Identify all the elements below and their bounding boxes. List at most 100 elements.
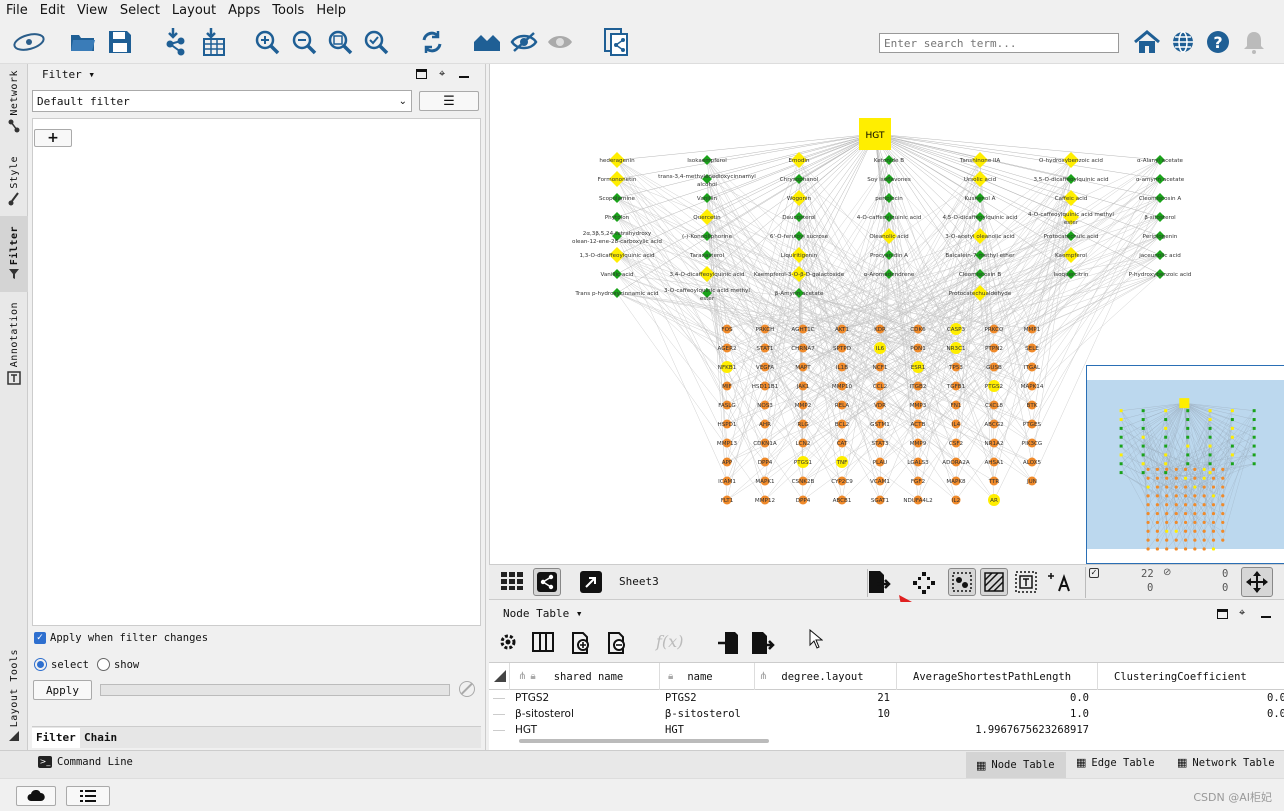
open-session-icon[interactable] (68, 27, 98, 57)
import-table-icon[interactable] (717, 631, 739, 658)
tab-style[interactable]: Style (0, 156, 28, 206)
float-pin-icon[interactable]: ⌖ (439, 67, 445, 81)
search-input[interactable] (879, 33, 1119, 53)
table-cell[interactable]: β-sitosterol (665, 708, 760, 720)
sort-corner-icon[interactable] (493, 669, 507, 683)
overview-compound-node (1164, 409, 1168, 413)
tab-chain[interactable]: Chain (82, 728, 119, 747)
network-table-tab[interactable]: ▦ Network Table (1177, 756, 1275, 769)
node-table-title[interactable]: Node Table ▾ (503, 607, 582, 620)
table-cell[interactable]: 1.9967675623268917 (899, 724, 1089, 736)
minimize-icon[interactable] (1261, 616, 1271, 618)
table-cell[interactable]: PTGS2 (665, 692, 760, 704)
filter-panel-title[interactable]: Filter ▾ (42, 68, 95, 81)
menu-edit[interactable]: Edit (34, 3, 71, 18)
annotation-text-icon[interactable] (1015, 571, 1037, 596)
zoom-fit-icon[interactable] (325, 27, 355, 57)
help-icon[interactable]: ? (1203, 27, 1233, 57)
column-header-avg-shortest-path[interactable]: AverageShortestPathLength (896, 663, 1097, 690)
delete-column-icon[interactable] (607, 632, 627, 657)
table-cell[interactable]: β-sitosterol (515, 708, 655, 720)
show-radio[interactable] (96, 658, 110, 671)
import-network-icon[interactable] (160, 27, 190, 57)
table-cell[interactable]: HGT (515, 724, 655, 736)
maximize-icon[interactable] (1217, 609, 1228, 619)
column-header-name[interactable]: 🔒︎ name (659, 663, 754, 690)
tab-filter-bottom[interactable]: Filter (32, 728, 80, 748)
add-filter-button[interactable]: + (34, 129, 72, 147)
column-header-degree-layout[interactable]: ⋔ degree.layout (754, 663, 896, 690)
zoom-selected-icon[interactable] (361, 27, 391, 57)
tab-annotation[interactable]: Annotation (0, 302, 28, 385)
tab-layout-tools[interactable]: Layout Tools (0, 649, 28, 742)
table-cell[interactable]: 0.0 (899, 692, 1089, 704)
minimize-icon[interactable] (459, 76, 469, 78)
zoom-in-icon[interactable] (252, 27, 282, 57)
menu-file[interactable]: File (0, 3, 34, 18)
task-list-button[interactable] (66, 786, 110, 806)
notification-bell-icon[interactable] (1239, 27, 1269, 57)
table-cell[interactable]: 0.0 (1101, 708, 1284, 720)
column-header-shared-name[interactable]: ⋔ 🔒︎ shared name (509, 663, 649, 690)
hide-selected-icon[interactable] (509, 27, 539, 57)
cloud-button[interactable] (16, 786, 56, 806)
show-columns-icon[interactable] (532, 632, 554, 655)
text-style-icon[interactable] (1047, 570, 1071, 597)
menu-view[interactable]: View (71, 3, 114, 18)
compound-label: Liquiritigenin (781, 253, 818, 259)
tab-filter[interactable]: Filter (0, 216, 28, 292)
table-cell[interactable]: 21 (760, 692, 890, 704)
table-row[interactable]: HGT HGT 1.9967675623268917 (489, 723, 1284, 739)
table-cell[interactable]: HGT (665, 724, 760, 736)
node-table-tab[interactable]: ▦ Node Table (966, 752, 1066, 778)
table-settings-gear-icon[interactable] (499, 633, 517, 654)
apply-when-changes-checkbox[interactable]: ✓ (34, 632, 46, 644)
home-icon[interactable] (1132, 27, 1162, 57)
column-header-clustering[interactable]: ClusteringCoefficient (1097, 663, 1284, 690)
function-builder-icon[interactable]: f(x) (656, 632, 683, 651)
table-row[interactable]: β-sitosterolβ-sitosterol101.00.0 (489, 707, 1284, 723)
navigate-toggle[interactable] (1241, 567, 1273, 597)
filter-menu-button[interactable]: ☰ (419, 91, 479, 111)
show-graphics-details-toggle[interactable] (948, 568, 976, 596)
tab-network[interactable]: Network (0, 70, 28, 133)
target-label: KDR (874, 327, 886, 333)
menu-layout[interactable]: Layout (166, 3, 222, 18)
filter-select[interactable]: Default filter ⌄ (32, 90, 412, 112)
table-cell[interactable]: PTGS2 (515, 692, 655, 704)
select-radio[interactable] (34, 658, 47, 671)
export-network-image-icon[interactable] (601, 27, 631, 57)
import-table-icon[interactable] (198, 27, 228, 57)
menu-select[interactable]: Select (114, 3, 166, 18)
show-edges-toggle[interactable] (980, 568, 1008, 596)
command-line-tab[interactable]: >_ Command Line (38, 756, 133, 768)
zoom-out-icon[interactable] (289, 27, 319, 57)
horizontal-scrollbar[interactable] (519, 739, 769, 743)
export-view-icon[interactable] (867, 570, 891, 597)
show-all-icon[interactable] (545, 27, 575, 57)
table-cell[interactable]: 0.0 (1101, 692, 1284, 704)
cancel-icon[interactable] (459, 681, 475, 697)
save-session-icon[interactable] (105, 27, 135, 57)
menu-help[interactable]: Help (310, 3, 352, 18)
first-neighbors-icon[interactable] (472, 27, 502, 57)
table-cell[interactable]: 1.0 (899, 708, 1089, 720)
export-table-icon[interactable] (751, 631, 775, 658)
grid-view-icon[interactable] (501, 572, 523, 593)
edge-table-tab[interactable]: ▦ Edge Table (1076, 756, 1155, 769)
network-view[interactable]: HGT hederagenin Formononetin Scopolamine Phy… (489, 64, 1284, 564)
add-column-icon[interactable] (571, 632, 591, 657)
network-view-toggle[interactable] (533, 568, 561, 596)
globe-icon[interactable] (1168, 27, 1198, 57)
menu-apps[interactable]: Apps (222, 3, 266, 18)
cytoscape-logo-icon[interactable] (12, 27, 46, 57)
network-overview-panel[interactable] (1086, 365, 1284, 564)
refresh-icon[interactable] (417, 27, 447, 57)
menu-tools[interactable]: Tools (266, 3, 310, 18)
apply-button[interactable]: Apply (33, 680, 92, 700)
detach-view-icon[interactable] (580, 571, 602, 596)
table-cell[interactable]: 10 (760, 708, 890, 720)
float-pin-icon[interactable]: ⌖ (1239, 606, 1245, 620)
maximize-icon[interactable] (416, 69, 427, 79)
table-row[interactable]: PTGS2PTGS2210.00.0 (489, 691, 1284, 707)
